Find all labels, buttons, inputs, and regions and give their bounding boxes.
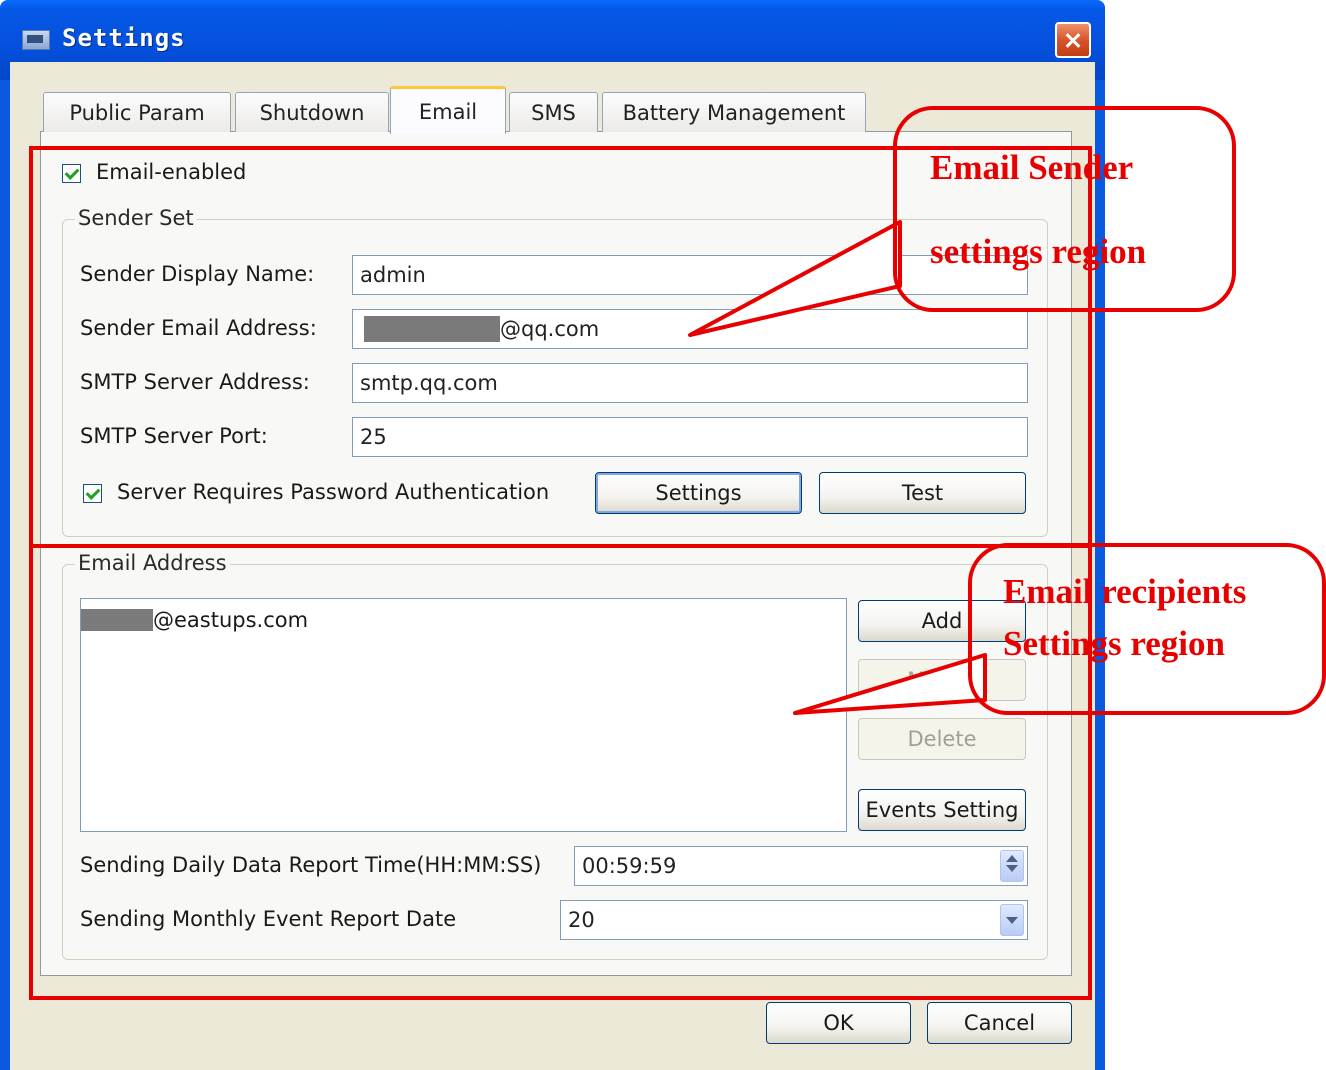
ok-button[interactable]: OK [766, 1002, 911, 1044]
tab-shutdown[interactable]: Shutdown [235, 92, 389, 132]
tab-sms[interactable]: SMS [509, 92, 598, 132]
recipients-callout-text-1: Email recipients [1003, 572, 1247, 611]
sender-callout-text-2: settings region [930, 232, 1147, 271]
recipients-callout-text-2: Settings region [1003, 624, 1225, 663]
sender-callout-text-1: Email Sender [930, 148, 1134, 187]
tab-battery-management[interactable]: Battery Management [602, 92, 866, 132]
window-title: Settings [62, 24, 186, 52]
tab-email[interactable]: Email [390, 86, 506, 134]
sender-callout [893, 106, 1236, 312]
tab-public-param[interactable]: Public Param [43, 92, 231, 132]
cancel-button[interactable]: Cancel [927, 1002, 1072, 1044]
close-icon[interactable] [1055, 22, 1091, 58]
app-icon [22, 30, 50, 50]
recipients-region-highlight [29, 544, 1092, 1000]
